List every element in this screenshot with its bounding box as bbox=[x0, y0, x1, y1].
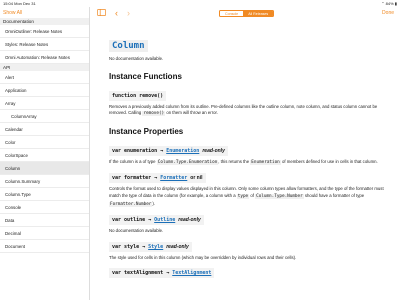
function-remove-signature: function remove() bbox=[109, 90, 167, 101]
read-only-label: read-only bbox=[178, 217, 201, 224]
property-textalignment-signature: var textAlignment → TextAlignment bbox=[109, 268, 215, 279]
sidebar-item-column-summary[interactable]: Column.Summary bbox=[0, 175, 89, 188]
type-link-enumeration[interactable]: Enumeration bbox=[166, 148, 199, 154]
sidebar-section-api: API bbox=[0, 64, 89, 71]
instance-properties-heading: Instance Properties bbox=[109, 126, 184, 136]
type-link-style[interactable]: Style bbox=[148, 244, 163, 250]
sidebar-item-colorspace[interactable]: ColorSpace bbox=[0, 149, 89, 162]
sidebar: Show All Documentation OmniOutliner: Rel… bbox=[0, 7, 90, 300]
scope-segmented-control: Console All Releases bbox=[219, 10, 275, 17]
sidebar-item-column-type[interactable]: Column.Type bbox=[0, 188, 89, 201]
arrow-icon: → bbox=[142, 243, 146, 250]
desc-text: on them will throw an error. bbox=[165, 110, 218, 116]
type-link-formatter[interactable]: Formatter bbox=[160, 175, 187, 181]
sidebar-item-decimal[interactable]: Decimal bbox=[0, 227, 89, 240]
detail-pane: ‹ › Console All Releases Done Column No … bbox=[91, 7, 400, 300]
sidebar-item-columnarray[interactable]: ColumnArray bbox=[0, 110, 89, 123]
arrow-icon: → bbox=[154, 175, 158, 182]
inline-code: Enumeration bbox=[250, 159, 281, 165]
property-name: var style bbox=[112, 243, 140, 250]
read-only-label: read-only bbox=[202, 147, 225, 154]
page-title: Column bbox=[109, 40, 148, 52]
read-only-label: read-only bbox=[166, 243, 189, 250]
arrow-icon: → bbox=[166, 270, 170, 277]
desc-text: should have a formatter of type bbox=[303, 192, 365, 198]
type-link-outline[interactable]: Outline bbox=[154, 217, 175, 223]
inline-code: type bbox=[236, 193, 250, 199]
property-style-signature: var style → Style read-only bbox=[109, 241, 192, 252]
status-indicators: ⌃ 84% ▮ bbox=[381, 1, 397, 6]
property-enumeration-description: If the column is a of type Column.Type.E… bbox=[109, 159, 391, 167]
function-remove-description: Removes a previously added column from i… bbox=[109, 104, 391, 118]
nullable-label: or nil bbox=[190, 175, 203, 182]
property-name: var textAlignment bbox=[112, 270, 164, 277]
sidebar-item-document[interactable]: Document bbox=[0, 240, 89, 253]
show-all-link[interactable]: Show All bbox=[0, 7, 89, 18]
sidebar-item-console[interactable]: Console bbox=[0, 201, 89, 214]
property-outline-description: No documentation available. bbox=[109, 228, 164, 234]
sidebar-item-calendar[interactable]: Calendar bbox=[0, 123, 89, 136]
status-bar: 15:04 Mon Dec 31 ⌃ 84% ▮ bbox=[0, 0, 400, 7]
desc-text: If the column is a of type bbox=[109, 158, 157, 164]
instance-functions-heading: Instance Functions bbox=[109, 71, 182, 81]
sidebar-item-alert[interactable]: Alert bbox=[0, 71, 89, 84]
inline-code: Column.Type.Enumeration bbox=[156, 159, 219, 165]
arrow-icon: → bbox=[148, 217, 152, 224]
segment-all-releases[interactable]: All Releases bbox=[243, 11, 274, 16]
documentation-content: Column No documentation available. Insta… bbox=[91, 20, 391, 281]
navigation-bar: ‹ › Console All Releases Done bbox=[91, 7, 400, 20]
sidebar-item-data[interactable]: Data bbox=[0, 214, 89, 227]
property-name: var formatter bbox=[112, 175, 152, 182]
forward-arrow-icon[interactable]: › bbox=[127, 9, 130, 18]
property-enumeration-signature: var enumeration → Enumeration read-only bbox=[109, 145, 228, 156]
property-name: var enumeration bbox=[112, 147, 158, 154]
sidebar-item-array[interactable]: Array bbox=[0, 97, 89, 110]
segment-console[interactable]: Console bbox=[220, 11, 243, 16]
back-arrow-icon[interactable]: ‹ bbox=[115, 9, 118, 18]
desc-text: , this returns the bbox=[218, 158, 251, 164]
intro-text: No documentation available. bbox=[109, 56, 164, 61]
status-time: 15:04 Mon Dec 31 bbox=[3, 1, 36, 6]
sidebar-toggle-icon[interactable] bbox=[97, 9, 106, 19]
inline-code: Formatter.Number bbox=[109, 201, 153, 207]
desc-text: ). bbox=[152, 200, 156, 206]
sidebar-item-styles-release-notes[interactable]: Styles: Release Notes bbox=[0, 38, 89, 51]
sidebar-item-column[interactable]: Column bbox=[0, 162, 89, 175]
sidebar-item-color[interactable]: Color bbox=[0, 136, 89, 149]
arrow-icon: → bbox=[160, 147, 164, 154]
property-formatter-description: Controls the format used to display valu… bbox=[109, 186, 391, 208]
sidebar-item-omnioutliner-release-notes[interactable]: OmniOutliner: Release Notes bbox=[0, 25, 89, 38]
property-style-description: The style used for cells in this column … bbox=[109, 254, 297, 260]
sidebar-item-application[interactable]: Application bbox=[0, 84, 89, 97]
property-outline-signature: var outline → Outline read-only bbox=[109, 215, 204, 226]
property-name: var outline bbox=[112, 217, 146, 224]
inline-code: Column.Type.Number bbox=[255, 193, 304, 199]
done-button[interactable]: Done bbox=[382, 10, 394, 16]
inline-code: remove() bbox=[142, 111, 166, 117]
sidebar-item-omni-automation-release-notes[interactable]: Omni Automation: Release Notes bbox=[0, 51, 89, 64]
desc-text: of members defined for use in cells in t… bbox=[280, 158, 378, 164]
sidebar-section-documentation: Documentation bbox=[0, 18, 89, 25]
property-formatter-signature: var formatter → Formatter or nil bbox=[109, 173, 206, 184]
type-link-textalignment[interactable]: TextAlignment bbox=[172, 270, 211, 276]
